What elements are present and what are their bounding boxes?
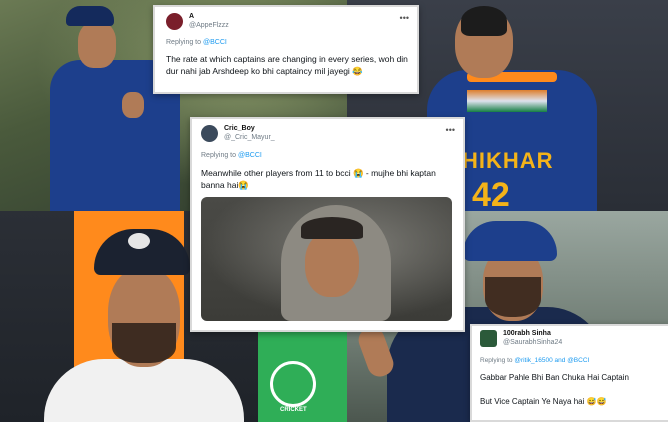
tweet-text: The rate at which captains are changing …: [166, 54, 408, 76]
avatar[interactable]: [166, 12, 183, 30]
media-face: [305, 231, 359, 297]
cricket-logo-icon: [270, 361, 316, 407]
tweet-text: Meanwhile other players from 11 to bcci …: [201, 168, 436, 190]
avatar[interactable]: [201, 124, 218, 142]
tweet-card-cric-boy[interactable]: Cric_Boy @_Cric_Mayur_ ••• Replying to @…: [190, 117, 465, 332]
jersey-name: HIKHAR: [462, 148, 554, 173]
player-hand: [122, 92, 144, 118]
player-beard: [112, 323, 176, 363]
tweet-card-100rabh-sinha[interactable]: 100rabh Sinha @SaurabhSinha24 Replying t…: [470, 324, 668, 422]
replying-to-link[interactable]: @BCCI: [238, 152, 262, 159]
jersey-flag-stripe: [467, 90, 547, 112]
player-cap: [463, 221, 557, 261]
user-handle[interactable]: @AppeFlzzz: [189, 21, 229, 30]
replying-label: Replying to: [480, 357, 513, 364]
user-handle[interactable]: @SaurabhSinha24: [503, 338, 562, 347]
user-handle[interactable]: @_Cric_Mayur_: [224, 133, 275, 142]
replying-to: Replying to @BCCI: [166, 39, 227, 46]
tweet-text-line-1: Gabbar Pahle Bhi Ban Chuka Hai Captain: [480, 373, 629, 382]
player-hair: [461, 6, 507, 36]
cap-badge-icon: [128, 233, 150, 249]
display-name[interactable]: 100rabh Sinha: [503, 329, 562, 338]
player-beard: [485, 277, 541, 317]
player-cap: [66, 6, 114, 26]
player-white-shirt: [44, 359, 244, 422]
replying-to: Replying to @ritik_16500 and @BCCI: [480, 357, 589, 364]
meme-collage: HIKHAR 42 CRICKET A @AppeFlzzz ••• Reply…: [0, 0, 668, 422]
replying-label: Replying to: [201, 152, 237, 159]
tweet-text-line-2: But Vice Captain Ye Naya hai 😅😅: [480, 397, 607, 406]
tweet-media-image[interactable]: [201, 197, 452, 321]
replying-label: Replying to: [166, 39, 202, 46]
more-horizontal-icon[interactable]: •••: [400, 13, 409, 23]
more-horizontal-icon[interactable]: •••: [446, 125, 455, 135]
avatar[interactable]: [480, 329, 497, 347]
jersey-number: 42: [472, 176, 510, 211]
cricket-logo-text: CRICKET: [280, 407, 307, 413]
display-name[interactable]: A: [189, 12, 229, 21]
display-name[interactable]: Cric_Boy: [224, 124, 275, 133]
replying-to: Replying to @BCCI: [201, 152, 262, 159]
replying-to-link[interactable]: @BCCI: [203, 39, 227, 46]
player-face: [78, 22, 116, 68]
tweet-card-appeflzzz[interactable]: A @AppeFlzzz ••• Replying to @BCCI The r…: [153, 5, 419, 94]
replying-to-link[interactable]: @ritik_16500 and @BCCI: [514, 357, 589, 364]
media-hair: [301, 217, 363, 239]
